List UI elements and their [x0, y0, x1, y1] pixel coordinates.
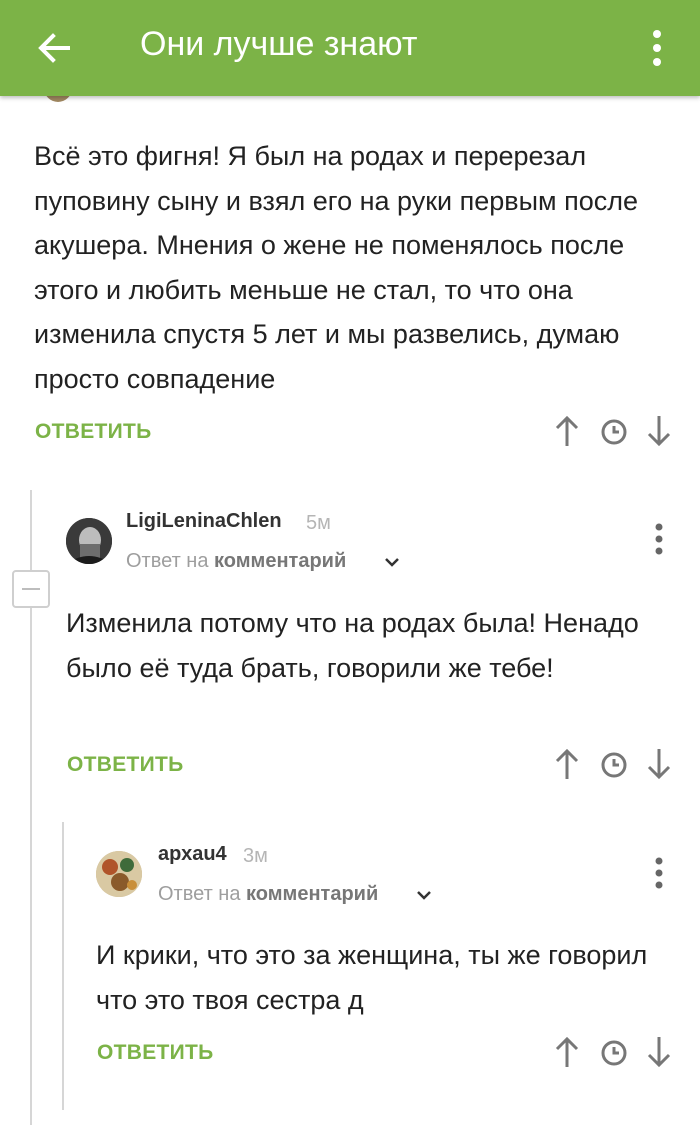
arrow-left-icon[interactable] [28, 22, 80, 74]
thread-line [62, 822, 64, 1110]
comment-text: И крики, что это за женщина, ты же говор… [96, 940, 648, 1015]
clock-icon[interactable] [600, 751, 628, 779]
author-name[interactable]: LigiLeninaChlen [126, 510, 282, 533]
arrow-up-icon[interactable] [553, 414, 581, 448]
reply-to[interactable]: Ответ на комментарий [158, 883, 378, 906]
reply-to-link[interactable]: комментарий [246, 883, 378, 905]
reply-to[interactable]: Ответ на комментарий [126, 550, 346, 573]
reply-to-prefix: Ответ на [126, 550, 209, 572]
app-bar: Они лучше знают [0, 0, 700, 96]
arrow-down-icon[interactable] [645, 1035, 673, 1069]
chevron-down-icon[interactable] [384, 556, 400, 568]
collapse-thread-button[interactable] [12, 570, 50, 608]
clock-icon[interactable] [600, 418, 628, 446]
reply-button[interactable]: ОТВЕТИТЬ [35, 420, 152, 444]
reply-to-link[interactable]: комментарий [214, 550, 346, 572]
comment-time: 5м [306, 512, 331, 534]
comment-actions [553, 414, 673, 454]
comment-text: Изменила потому что на родах была! Ненад… [66, 608, 639, 683]
chevron-down-icon[interactable] [416, 889, 432, 901]
avatar[interactable] [66, 518, 112, 564]
author-name[interactable]: архаu4 [158, 843, 227, 866]
reply-button[interactable]: ОТВЕТИТЬ [97, 1041, 214, 1065]
comment-time: 3м [243, 845, 268, 867]
comment-text: Всё это фигня! Я был на родах и перереза… [34, 141, 638, 394]
page-title: Они лучше знают [140, 25, 418, 63]
clock-icon[interactable] [600, 1039, 628, 1067]
reply-button[interactable]: ОТВЕТИТЬ [67, 753, 184, 777]
more-vert-icon[interactable] [654, 522, 664, 556]
more-vert-icon[interactable] [640, 22, 674, 74]
arrow-down-icon[interactable] [645, 747, 673, 781]
comment-actions [553, 1035, 673, 1075]
arrow-up-icon[interactable] [553, 1035, 581, 1069]
avatar[interactable] [96, 851, 142, 897]
comment-actions [553, 747, 673, 787]
arrow-up-icon[interactable] [553, 747, 581, 781]
arrow-down-icon[interactable] [645, 414, 673, 448]
more-vert-icon[interactable] [654, 856, 664, 890]
reply-to-prefix: Ответ на [158, 883, 241, 905]
